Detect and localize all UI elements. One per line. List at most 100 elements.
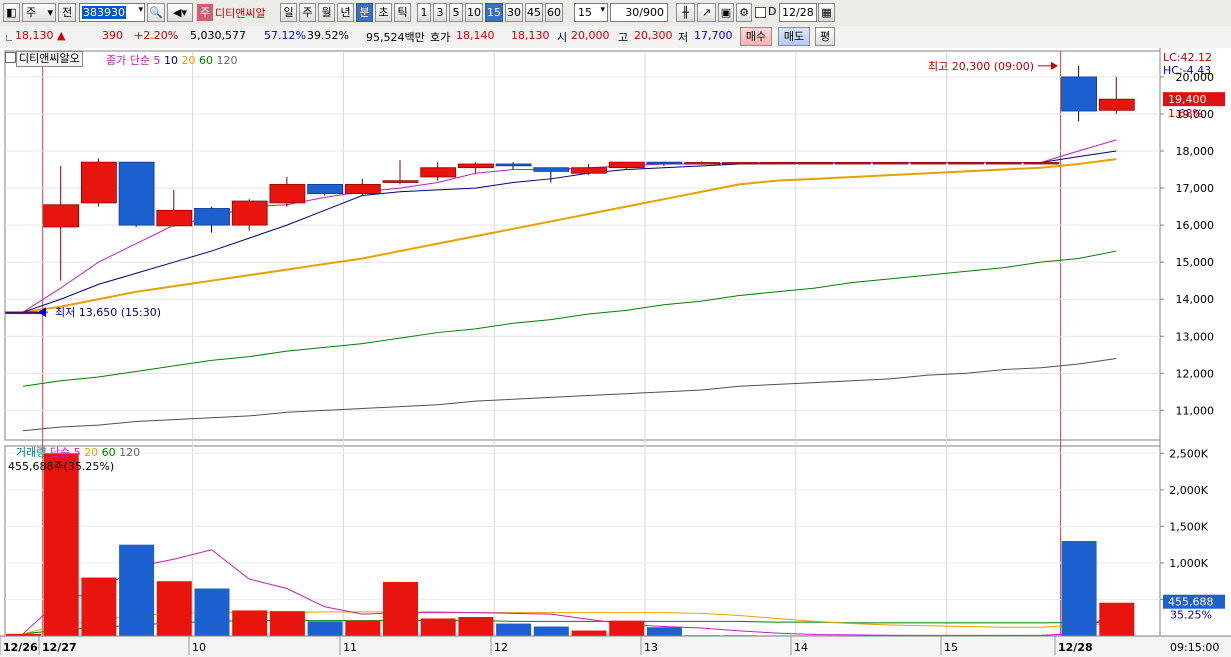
x-tick-label: 15 (944, 641, 958, 654)
candle-body (118, 161, 155, 226)
candle-body (43, 204, 80, 228)
code-field[interactable]: 383930 ▾ (79, 3, 145, 22)
volume-bar (119, 544, 155, 636)
period-button-6[interactable]: 틱 (394, 3, 411, 22)
legend-ma120: 120 (216, 54, 238, 67)
period-button-2[interactable]: 월 (318, 3, 335, 22)
candle-body (457, 163, 494, 169)
calendar-icon[interactable]: ▦ (818, 3, 835, 22)
volume-last-info: 455,688주(35.25%) (8, 460, 115, 473)
change-percent: +2.20% (134, 29, 179, 42)
interval-button-1[interactable]: 1 (417, 3, 431, 22)
up-arrow-icon: ▲ (57, 29, 66, 42)
current-price: 18,130 ▲ (15, 29, 66, 42)
candle-body (156, 209, 193, 227)
hoga-label: 호가 (430, 31, 451, 44)
candle-body (1023, 162, 1060, 165)
date-input[interactable]: 12/28 (779, 3, 817, 22)
interval-button-30[interactable]: 30 (505, 3, 523, 22)
candle-body (684, 162, 720, 165)
x-tick-label: 12 (494, 641, 508, 654)
sell-button[interactable]: 매도 (778, 27, 810, 46)
price-legend: 종가 단순 5 10 20 60 120 (106, 52, 237, 68)
save-icon[interactable]: ▣ (718, 3, 734, 22)
legend-ma5: 5 (153, 54, 161, 67)
code-input[interactable]: 383930 (82, 6, 126, 19)
v-tick-label: 2,000K (1169, 484, 1208, 497)
code-dropdown-icon[interactable]: ▾ (138, 5, 143, 15)
open-label: 시 (557, 31, 568, 44)
d-checkbox[interactable] (755, 7, 766, 18)
candle-body (571, 167, 607, 174)
period-button-5[interactable]: 초 (375, 3, 392, 22)
legend-ma20: 20 (181, 54, 196, 67)
candle-type-icon[interactable]: ╫ (676, 3, 695, 22)
interval-button-10[interactable]: 10 (465, 3, 483, 22)
count-input[interactable]: 30/900 (610, 3, 668, 22)
search-icon[interactable]: 🔍 (147, 3, 165, 22)
legend-ma10: 10 (163, 54, 178, 67)
expand-icon[interactable] (6, 35, 12, 41)
v-tick-label: 1,500K (1169, 520, 1208, 533)
stock-chart: 20,00019,00018,00017,00016,00015,00014,0… (0, 48, 1231, 657)
gear-icon[interactable]: ⚙ (736, 3, 752, 22)
v-tick-label: 2,500K (1169, 447, 1208, 460)
x-tick-label: 10 (192, 641, 206, 654)
period-button-0[interactable]: 일 (280, 3, 297, 22)
candle-body (910, 162, 947, 165)
interval-button-15[interactable]: 15 (485, 3, 503, 22)
y-tick-label: 15,000 (1176, 256, 1215, 269)
low-note: 최저 13,650 (15:30) (55, 306, 161, 319)
volume-bar (269, 611, 305, 636)
last-volume-pct: 35.25% (1170, 609, 1212, 622)
candle-body (872, 162, 909, 165)
vlegend-ma120: 120 (119, 446, 141, 459)
low-label: 저 (678, 31, 689, 44)
volume-bar (383, 581, 418, 636)
x-tick-label: 13 (644, 641, 658, 654)
y-tick-label: 11,000 (1176, 404, 1215, 417)
last-price-label: 19,400 (1168, 93, 1207, 106)
toolbar: ◧ 주 ▾ 전 383930 ▾ 🔍 ◀▾ 주 디티앤씨알 일주월년분초틱 135… (0, 0, 1231, 27)
interval-button-3[interactable]: 3 (433, 3, 447, 22)
low-price: 17,700 (694, 29, 733, 42)
interval-input[interactable]: 15 ▾ (574, 3, 608, 22)
open-price: 20,000 (571, 29, 610, 42)
lc-label: LC:42.12 (1163, 51, 1212, 64)
market-select[interactable]: 주 ▾ (22, 3, 56, 22)
chart-menu-icon[interactable]: ◧ (3, 3, 20, 22)
interval-button-60[interactable]: 60 (545, 3, 563, 22)
candle-body (81, 161, 117, 204)
volume-bar (458, 617, 494, 636)
high-price: 20,300 (634, 29, 673, 42)
volume-bar (194, 588, 230, 636)
volume-bar (43, 453, 79, 636)
ask-price: 18,140 (456, 29, 495, 42)
legend-ma60: 60 (198, 54, 213, 67)
period-button-3[interactable]: 년 (337, 3, 354, 22)
x-tick-label: 12/27 (42, 641, 77, 654)
y-tick-label: 17,000 (1176, 182, 1215, 195)
panel-menu-icon[interactable] (5, 52, 16, 63)
sound-icon[interactable]: ◀▾ (167, 3, 193, 22)
eval-button[interactable]: 평 (815, 27, 835, 46)
volume-ratio: 57.12% (264, 29, 306, 42)
volume-bar (1061, 541, 1097, 636)
period-button-1[interactable]: 주 (299, 3, 316, 22)
draw-line-icon[interactable]: ↗ (697, 3, 716, 22)
volume-bar (81, 577, 117, 636)
candle-body (231, 200, 268, 226)
interval-button-45[interactable]: 45 (525, 3, 543, 22)
candle-body (608, 161, 645, 169)
high-note: 최고 20,300 (09:00) (928, 60, 1034, 73)
period-button-4[interactable]: 분 (356, 3, 373, 22)
buy-button[interactable]: 매수 (740, 27, 772, 46)
candle-body (495, 163, 532, 167)
prefix-button[interactable]: 전 (58, 3, 76, 22)
candle-body (344, 183, 381, 195)
candle-body (194, 208, 230, 226)
price-panel-title[interactable]: 디티앤씨알오 (16, 51, 83, 67)
interval-button-5[interactable]: 5 (449, 3, 463, 22)
volume-bar (609, 620, 645, 636)
candle-body (759, 162, 796, 165)
